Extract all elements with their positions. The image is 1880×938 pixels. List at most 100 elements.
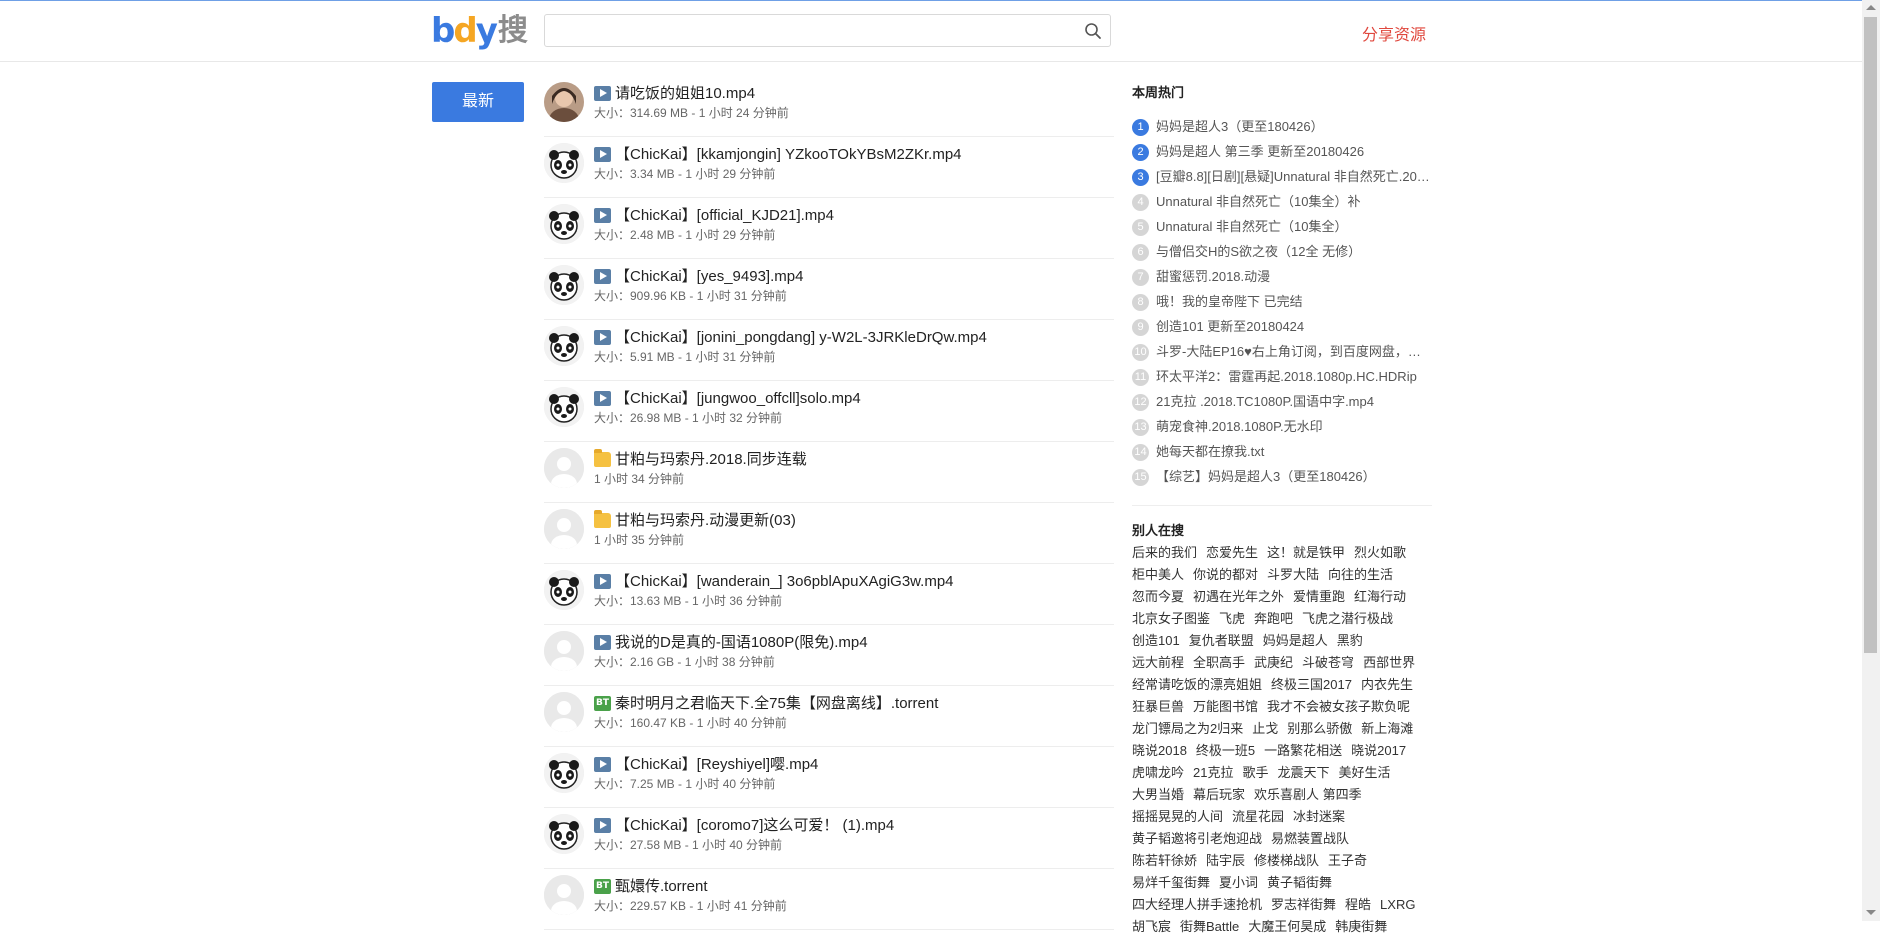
others-search-term-link[interactable]: 斗破苍穹 xyxy=(1302,655,1354,670)
file-list-item[interactable]: 【ChicKai】[official_KJD21].mp4 大小：2.48 MB … xyxy=(544,198,1114,259)
hot-item[interactable]: 13 萌宠食神.2018.1080P.无水印 xyxy=(1132,416,1432,441)
others-search-term-link[interactable]: 黑豹 xyxy=(1337,633,1363,648)
others-search-term-link[interactable]: 武庚纪 xyxy=(1254,655,1293,670)
uploader-avatar[interactable] xyxy=(544,265,584,305)
others-search-term-link[interactable]: 陆宇辰 xyxy=(1206,853,1245,868)
hot-item-link[interactable]: Unnatural 非自然死亡（10集全） xyxy=(1156,217,1430,237)
others-search-term-link[interactable]: LXRG xyxy=(1380,897,1415,912)
others-search-term-link[interactable]: 西部世界 xyxy=(1363,655,1415,670)
file-list-item[interactable]: 甘粕与玛索丹.2018.同步连载 1 小时 34 分钟前 xyxy=(544,442,1114,503)
file-title-link[interactable]: 【ChicKai】[yes_9493].mp4 xyxy=(615,265,803,286)
file-title-link[interactable]: 【ChicKai】[jungwoo_offcll]solo.mp4 xyxy=(615,387,861,408)
file-list-item[interactable]: 请吃饭的姐姐10.mp4 大小：314.69 MB - 1 小时 24 分钟前 xyxy=(544,76,1114,137)
hot-item-link[interactable]: 创造101 更新至20180424 xyxy=(1156,317,1430,337)
others-search-term-link[interactable]: 韩庚街舞 xyxy=(1335,919,1387,934)
uploader-avatar[interactable] xyxy=(544,875,584,915)
others-search-term-link[interactable]: 初遇在光年之外 xyxy=(1193,589,1284,604)
uploader-avatar[interactable] xyxy=(544,753,584,793)
file-list-item[interactable]: 【ChicKai】[kkamjongin] YZkooTOkYBsM2ZKr.m… xyxy=(544,137,1114,198)
others-search-term-link[interactable]: 奔跑吧 xyxy=(1254,611,1293,626)
file-list-item[interactable]: BT 秦时明月之君临天下.全75集【网盘离线】.torrent 大小：160.47 … xyxy=(544,686,1114,747)
others-search-term-link[interactable]: 这！就是铁甲 xyxy=(1267,545,1345,560)
file-title-link[interactable]: 【ChicKai】[kkamjongin] YZkooTOkYBsM2ZKr.m… xyxy=(615,143,962,164)
file-title-link[interactable]: 甄嬛传.torrent xyxy=(615,875,708,896)
others-search-term-link[interactable]: 远大前程 xyxy=(1132,655,1184,670)
hot-item-link[interactable]: 与僧侣交H的S欲之夜（12全 无修） xyxy=(1156,242,1430,262)
others-search-term-link[interactable]: 忽而今夏 xyxy=(1132,589,1184,604)
others-search-term-link[interactable]: 21克拉 xyxy=(1193,765,1233,780)
file-list-item[interactable]: 甘粕与玛索丹.动漫更新(03) 1 小时 35 分钟前 xyxy=(544,503,1114,564)
others-search-term-link[interactable]: 经常请吃饭的漂亮姐姐 xyxy=(1132,677,1262,692)
others-search-term-link[interactable]: 程皓 xyxy=(1345,897,1371,912)
others-search-term-link[interactable]: 万能图书馆 xyxy=(1193,699,1258,714)
others-search-term-link[interactable]: 全职高手 xyxy=(1193,655,1245,670)
hot-item-link[interactable]: 萌宠食神.2018.1080P.无水印 xyxy=(1156,417,1430,437)
others-search-term-link[interactable]: 妈妈是超人 xyxy=(1263,633,1328,648)
others-search-term-link[interactable]: 飞虎 xyxy=(1219,611,1245,626)
others-search-term-link[interactable]: 冰封迷案 xyxy=(1293,809,1345,824)
uploader-avatar[interactable] xyxy=(544,143,584,183)
hot-item-link[interactable]: 她每天都在撩我.txt xyxy=(1156,442,1430,462)
others-search-term-link[interactable]: 龙门镖局之为2归来 xyxy=(1132,721,1243,736)
hot-item[interactable]: 15 【综艺】妈妈是超人3（更至180426） xyxy=(1132,466,1432,491)
hot-item[interactable]: 9 创造101 更新至20180424 xyxy=(1132,316,1432,341)
file-title-link[interactable]: 秦时明月之君临天下.全75集【网盘离线】.torrent xyxy=(615,692,938,713)
search-box[interactable] xyxy=(544,14,1111,47)
file-title-link[interactable]: 我说的D是真的-国语1080P(限免).mp4 xyxy=(615,631,868,652)
hot-item[interactable]: 1 妈妈是超人3（更至180426） xyxy=(1132,116,1432,141)
others-search-term-link[interactable]: 后来的我们 xyxy=(1132,545,1197,560)
others-search-term-link[interactable]: 美好生活 xyxy=(1339,765,1391,780)
share-resource-link[interactable]: 分享资源 xyxy=(1362,21,1426,45)
search-icon[interactable] xyxy=(1084,22,1102,40)
others-search-term-link[interactable]: 黄子韬街舞 xyxy=(1267,875,1332,890)
others-search-term-link[interactable]: 止戈 xyxy=(1252,721,1278,736)
others-search-term-link[interactable]: 新上海滩 xyxy=(1361,721,1413,736)
file-title-link[interactable]: 【ChicKai】[official_KJD21].mp4 xyxy=(615,204,834,225)
latest-button[interactable]: 最新 xyxy=(432,82,524,122)
others-search-term-link[interactable]: 胡飞宸 xyxy=(1132,919,1171,934)
hot-item-link[interactable]: [豆瓣8.8][日剧][悬疑]Unnatural 非自然死亡.2018 xyxy=(1156,167,1430,187)
hot-item[interactable]: 7 甜蜜惩罚.2018.动漫 xyxy=(1132,266,1432,291)
file-list-item[interactable]: 【ChicKai】[Reyshiyel]嘤.mp4 大小：7.25 MB - 1 … xyxy=(544,747,1114,808)
uploader-avatar[interactable] xyxy=(544,82,584,122)
others-search-term-link[interactable]: 虎啸龙吟 xyxy=(1132,765,1184,780)
hot-item-link[interactable]: 妈妈是超人3（更至180426） xyxy=(1156,117,1430,137)
hot-item[interactable]: 14 她每天都在撩我.txt xyxy=(1132,441,1432,466)
uploader-avatar[interactable] xyxy=(544,448,584,488)
file-list-item[interactable]: 【ChicKai】[coromo7]这么可爱！ (1).mp4 大小：27.58 … xyxy=(544,808,1114,869)
uploader-avatar[interactable] xyxy=(544,326,584,366)
uploader-avatar[interactable] xyxy=(544,692,584,732)
file-title-link[interactable]: 【ChicKai】[jonini_pongdang] y-W2L-3JRKleD… xyxy=(615,326,987,347)
scroll-up-arrow-icon[interactable] xyxy=(1866,5,1876,10)
others-search-term-link[interactable]: 陈若轩徐娇 xyxy=(1132,853,1197,868)
hot-item-link[interactable]: 斗罗-大陆EP16♥右上角订阅，到百度网盘，更新 xyxy=(1156,342,1430,362)
file-title-link[interactable]: 【ChicKai】[wanderain_] 3o6pblApuXAgiG3w.m… xyxy=(615,570,954,591)
uploader-avatar[interactable] xyxy=(544,509,584,549)
others-search-term-link[interactable]: 我才不会被女孩子欺负呢 xyxy=(1267,699,1410,714)
file-title-link[interactable]: 甘粕与玛索丹.2018.同步连载 xyxy=(615,448,807,469)
file-title-link[interactable]: 请吃饭的姐姐10.mp4 xyxy=(615,82,755,103)
file-list-item[interactable]: 我说的D是真的-国语1080P(限免).mp4 大小：2.16 GB - 1 小时… xyxy=(544,625,1114,686)
hot-item[interactable]: 5 Unnatural 非自然死亡（10集全） xyxy=(1132,216,1432,241)
others-search-term-link[interactable]: 黄子韬邀将引老炮迎战 xyxy=(1132,831,1262,846)
site-logo[interactable]: bdy 搜 xyxy=(431,13,528,49)
hot-item[interactable]: 6 与僧侣交H的S欲之夜（12全 无修） xyxy=(1132,241,1432,266)
scroll-down-arrow-icon[interactable] xyxy=(1866,910,1876,915)
others-search-term-link[interactable]: 大魔王何昊成 xyxy=(1248,919,1326,934)
uploader-avatar[interactable] xyxy=(544,387,584,427)
hot-item[interactable]: 3 [豆瓣8.8][日剧][悬疑]Unnatural 非自然死亡.2018 xyxy=(1132,166,1432,191)
others-search-term-link[interactable]: 流星花园 xyxy=(1232,809,1284,824)
uploader-avatar[interactable] xyxy=(544,570,584,610)
hot-item[interactable]: 8 哦！我的皇帝陛下 已完结 xyxy=(1132,291,1432,316)
others-search-term-link[interactable]: 创造101 xyxy=(1132,633,1180,648)
others-search-term-link[interactable]: 幕后玩家 xyxy=(1193,787,1245,802)
others-search-term-link[interactable]: 歌手 xyxy=(1242,765,1268,780)
others-search-term-link[interactable]: 街舞Battle xyxy=(1180,919,1239,934)
others-search-term-link[interactable]: 龙震天下 xyxy=(1278,765,1330,780)
others-search-term-link[interactable]: 终极一班5 xyxy=(1196,743,1255,758)
others-search-term-link[interactable]: 终极三国2017 xyxy=(1271,677,1352,692)
uploader-avatar[interactable] xyxy=(544,631,584,671)
others-search-term-link[interactable]: 爱情重跑 xyxy=(1293,589,1345,604)
others-search-term-link[interactable]: 罗志祥街舞 xyxy=(1271,897,1336,912)
hot-item[interactable]: 12 21克拉 .2018.TC1080P.国语中字.mp4 xyxy=(1132,391,1432,416)
